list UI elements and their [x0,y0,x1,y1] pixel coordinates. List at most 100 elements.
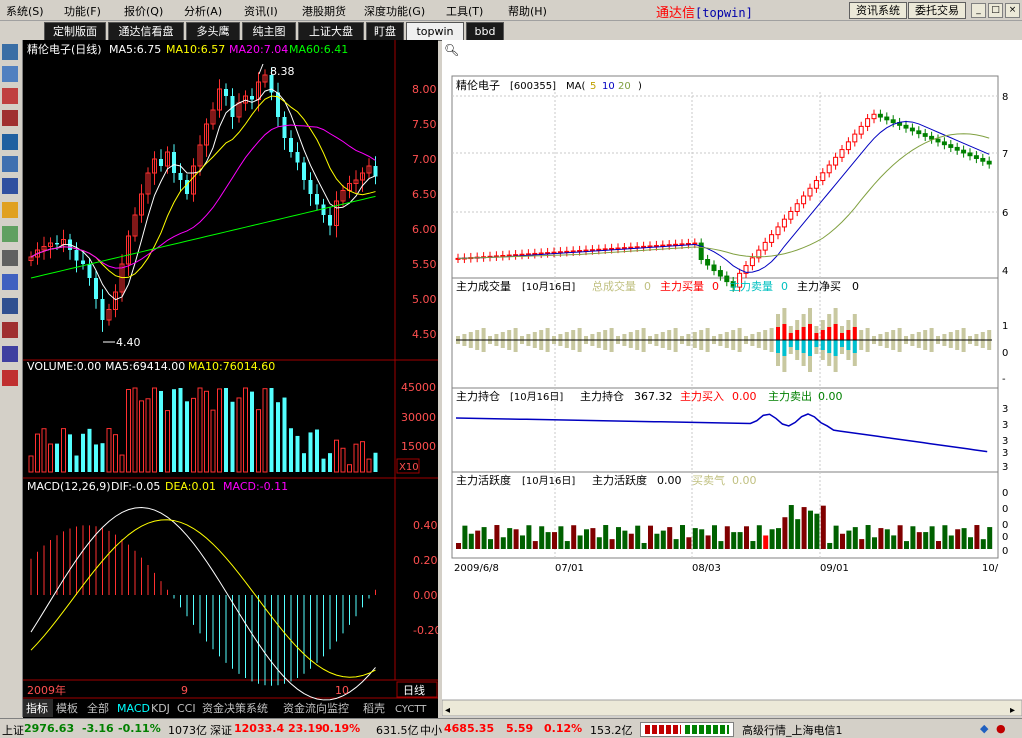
menu-analysis[interactable]: 分析(A) [184,3,222,19]
kline-candle-down [172,152,176,173]
volume-bar-down [55,443,59,472]
et-icon[interactable] [2,322,18,338]
zx-pct: 0.12% [544,722,583,735]
restore-icon[interactable]: □ [988,3,1003,18]
kline-candle-down [321,204,326,215]
kline-icon[interactable] [2,110,18,126]
p4-activity-bar [840,533,845,549]
fund-flow-chart[interactable]: 🔍︎ 精伦电子 [600355] MA( 5 10 20 ) 8 7 6 4 主… [441,40,1022,717]
p2-net-label: 主力净买 [797,279,841,293]
p4-bs-value: 0.00 [732,474,757,487]
scroll-right-icon[interactable]: ▸ [1010,705,1015,716]
rp-candle [653,245,659,248]
tab-kdj[interactable]: KDJ [151,702,170,715]
alert-icon[interactable]: ● [996,722,1006,735]
monitor-icon[interactable] [2,298,18,314]
tab-tdx[interactable]: 通达信看盘 [108,22,184,41]
people-icon[interactable] [2,226,18,242]
tab-cyctt[interactable]: CYCTT [395,704,427,715]
info-system-button[interactable]: 资讯系统 [849,2,907,19]
calc-icon[interactable] [2,370,18,386]
tab-topwin[interactable]: topwin [406,22,464,41]
p4-activity-bar [795,519,801,549]
p2-buy-bar [846,330,851,340]
p4-activity-bar [987,527,993,549]
menu-help[interactable]: 帮助(H) [508,3,547,19]
scroll-left-icon[interactable]: ◂ [445,705,450,716]
rp-candle [647,245,653,248]
p4-activity-bar [596,537,602,549]
menu-deep[interactable]: 深度功能(G) [364,3,425,19]
menu-function[interactable]: 功能(F) [64,3,101,19]
recorder-icon[interactable] [2,346,18,362]
p2-sell-bar [827,340,832,353]
p2-sell-bar [801,340,806,353]
rp-candle [551,251,557,254]
rp-candle [948,144,954,148]
minimize-icon[interactable]: _ [971,3,986,18]
p4-activity-bar [827,542,833,549]
p4-activity-bar [872,537,877,549]
line-chart-icon[interactable] [2,88,18,104]
tab-custom[interactable]: 定制版面 [44,22,106,41]
tab-bbd[interactable]: bbd [466,22,504,41]
globe-icon[interactable] [2,274,18,290]
tab-daoke[interactable]: 稻壳 [363,701,385,715]
rp-ma-suffix: ) [638,81,642,92]
rp-candle [845,141,851,151]
volume-bar-down [321,458,326,472]
ma5-label: MA5:6.75 [109,43,161,56]
p2-sell-label: 主力卖量 [729,280,773,293]
menu-quote[interactable]: 报价(Q) [124,3,163,19]
menu-system[interactable]: 系统(S) [6,3,44,19]
board-icon[interactable] [2,134,18,150]
tab-pure-main[interactable]: 纯主图 [242,22,296,41]
p4-activity-bar [564,541,570,549]
tab-fund-decision[interactable]: 资金决策系统 [202,701,268,715]
svg-text:0: 0 [1002,348,1008,359]
quote-list-icon[interactable] [2,44,18,60]
svg-text:7.00: 7.00 [412,153,437,166]
menu-tools[interactable]: 工具(T) [446,3,483,19]
kline-candle-down [159,159,163,166]
kline-chart[interactable]: 精伦电子(日线) MA5:6.75 MA10:6.57 MA20:7.04 MA… [23,40,441,718]
tab-fund-flow[interactable]: 资金流向监控 [283,701,349,715]
list-icon[interactable] [2,178,18,194]
kline-candle-down [308,180,313,194]
p2-buy-bar [827,327,832,340]
tab-cci[interactable]: CCI [177,702,196,715]
menu-hk-futures[interactable]: 港股期货 [302,3,346,19]
p4-activity-bar [603,525,609,549]
p2-sell-bar [776,340,780,353]
rp-candle [641,245,647,248]
table-icon[interactable] [2,156,18,172]
tab-template[interactable]: 模板 [56,701,78,715]
tab-duotouying[interactable]: 多头鹰 [186,22,240,41]
h-scrollbar[interactable] [441,699,1022,717]
news-icon[interactable] [2,202,18,218]
rp-candle [801,195,807,205]
tab-all[interactable]: 全部 [87,701,109,715]
p4-activity-bar [622,530,628,549]
search-icon[interactable]: 🔍︎ [444,43,459,57]
volume-bar-down [328,453,332,472]
p4-activity-bar [526,525,532,549]
rp-candle [762,241,768,251]
kline-candle-down [282,117,287,138]
p4-activity-bar [910,526,916,549]
close-icon[interactable]: × [1005,3,1020,18]
p4-activity-bar [507,528,513,549]
p2-sell-bar [852,340,857,353]
rp-date-4: 09/01 [820,563,849,574]
rp-candle [941,141,947,146]
grid-icon[interactable] [2,66,18,82]
p4-activity-bar [801,507,807,549]
tab-sh-index[interactable]: 上证大盘 [298,22,364,41]
tab-indicator[interactable]: 指标 [26,701,48,715]
trade-button[interactable]: 委托交易 [908,2,966,19]
menu-info[interactable]: 资讯(I) [244,3,278,19]
f10-icon[interactable] [2,250,18,266]
p2-buy-value: 0 [712,280,719,293]
tab-watch[interactable]: 盯盘 [366,22,404,41]
tab-macd[interactable]: MACD [117,702,150,715]
